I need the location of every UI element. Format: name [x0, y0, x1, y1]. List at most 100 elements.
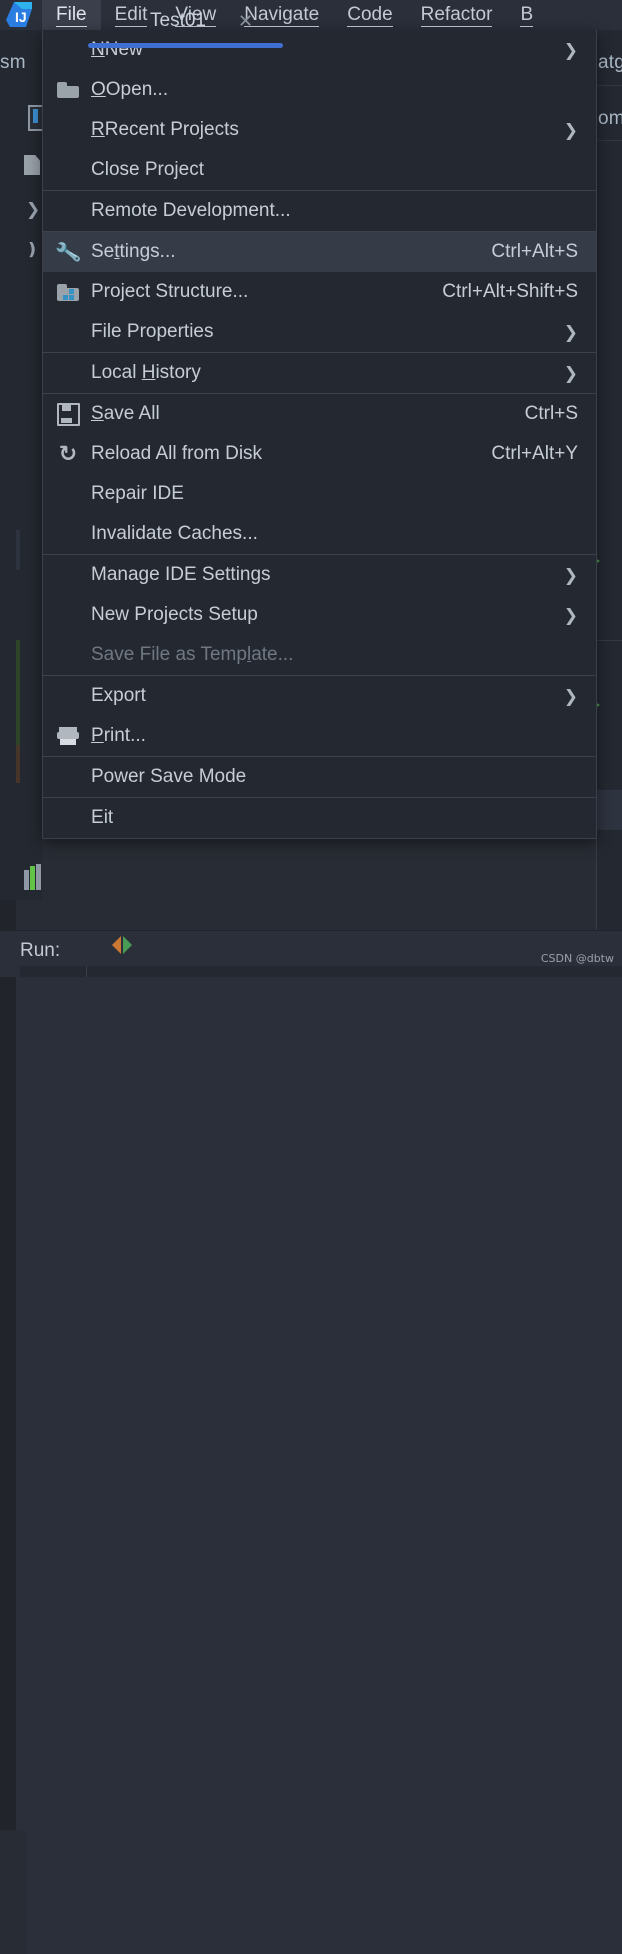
menu-icon-manage-ide-settings [51, 555, 85, 595]
run-tab-label[interactable]: Test01 [150, 10, 206, 32]
menu-item-save-all[interactable]: Save All Ctrl+S [43, 394, 596, 434]
menu-item-settings-mnemonic: t [114, 241, 120, 262]
menu-icon-repair-ide [51, 474, 85, 514]
main-menu-bar: IJ File Edit View Navigate Code Refactor… [0, 0, 622, 30]
menubar-label-file: File [56, 3, 87, 27]
menu-item-open-mnemonic: O [91, 79, 106, 100]
menu-item-power-save-mode[interactable]: Power Save Mode [43, 757, 596, 797]
menu-icon-close-project [51, 150, 85, 190]
intellij-idea-logo-icon: IJ [0, 0, 42, 30]
menu-item-save-all-mnemonic: S [91, 403, 104, 424]
menu-item-manage-ide-settings[interactable]: Manage IDE Settings ❯ [43, 555, 596, 595]
menu-icon-recent-projects [51, 110, 85, 150]
menu-item-project-structure-label: Project Structure... [91, 281, 249, 302]
menu-item-open[interactable]: OOpen... [43, 70, 596, 110]
menu-item-file-properties-label: File Properties [91, 321, 214, 342]
status-bar-strip [0, 966, 622, 977]
project-structure-icon [51, 272, 85, 312]
menu-item-new-projects-setup[interactable]: New Projects Setup ❯ [43, 595, 596, 635]
menu-item-close-project[interactable]: Close Project [43, 150, 596, 190]
menubar-label-navigate: Navigate [244, 3, 320, 27]
menu-item-recent-projects-mnemonic: R [91, 119, 105, 140]
submenu-chevron-icon: ❯ [563, 363, 578, 383]
menu-icon-exit [51, 798, 85, 838]
editor-right-fragment-1: atg [598, 52, 622, 73]
svg-text:IJ: IJ [15, 9, 27, 25]
vcs-modified-marker[interactable] [16, 745, 20, 783]
menubar-label-refactor: Refactor [420, 3, 493, 27]
run-panel-top-border [0, 930, 622, 931]
run-panel-title: Run: [20, 940, 61, 961]
close-icon[interactable]: ✕ [238, 11, 253, 32]
menu-item-save-file-as-template: Save File as Template... [43, 635, 596, 675]
menu-icon-file-properties [51, 312, 85, 352]
menu-item-file-properties[interactable]: File Properties ❯ [43, 312, 596, 352]
wrench-icon: 🔧 [53, 239, 83, 266]
menubar-item-file[interactable]: File [42, 0, 101, 30]
menubar-label-build: B [520, 3, 534, 27]
menu-icon-local-history [51, 353, 85, 393]
menu-icon-save-file-as-template [51, 635, 85, 675]
status-bar-left-cell [0, 966, 20, 977]
menu-icon-new-projects-setup [51, 595, 85, 635]
menu-icon-export [51, 676, 85, 716]
editor-right-fragment-2: om. [598, 108, 622, 129]
menu-item-project-structure[interactable]: Project Structure... Ctrl+Alt+Shift+S [43, 272, 596, 312]
editor-gutter [0, 1830, 26, 1954]
save-icon [51, 394, 85, 434]
menubar-item-refactor[interactable]: Refactor [407, 0, 507, 30]
menu-item-local-history[interactable]: Local History ❯ [43, 353, 596, 393]
menu-item-export-label: Export [91, 685, 146, 706]
menu-item-recent-projects[interactable]: RRecent Projects ❯ [43, 110, 596, 150]
menu-item-open-label: Open... [105, 79, 169, 100]
submenu-chevron-icon: ❯ [563, 322, 578, 342]
watermark-text: CSDN @dbtw [540, 952, 614, 965]
menu-item-remote-development[interactable]: Remote Development... [43, 191, 596, 231]
submenu-chevron-icon: ❯ [563, 120, 578, 140]
menu-item-exit[interactable]: Eit [43, 798, 596, 838]
menubar-item-build[interactable]: B [506, 0, 537, 30]
menu-item-remote-development-label: Remote Development... [91, 200, 291, 221]
menu-item-reload-all-from-disk-label: Reload All from Disk [91, 443, 263, 464]
menu-item-reload-all-from-disk[interactable]: ↻ Reload All from Disk Ctrl+Alt+Y [43, 434, 596, 474]
submenu-chevron-icon: ❯ [563, 565, 578, 585]
menu-item-export[interactable]: Export ❯ [43, 676, 596, 716]
menu-item-local-history-mnemonic: H [141, 362, 156, 383]
printer-icon [51, 716, 85, 756]
document-icon [24, 155, 40, 175]
menu-item-close-project-label: Close Project [91, 159, 204, 180]
menu-icon-invalidate-caches [51, 514, 85, 554]
bar-chart-icon[interactable] [22, 864, 44, 896]
menu-item-settings[interactable]: 🔧 Settings... Ctrl+Alt+S [43, 232, 596, 272]
menu-item-repair-ide-label: Repair IDE [91, 483, 184, 504]
menu-item-save-all-shortcut: Ctrl+S [524, 403, 578, 424]
editor-left-stripe [0, 900, 16, 1830]
menu-item-power-save-mode-label: Power Save Mode [91, 766, 247, 787]
menu-item-invalidate-caches-label: Invalidate Caches... [91, 523, 258, 544]
file-menu-popup: NNew ❯ OOpen... RRecent Projects ❯ Close… [42, 30, 597, 839]
submenu-chevron-icon: ❯ [563, 686, 578, 706]
vcs-added-marker[interactable] [16, 640, 20, 745]
menu-item-recent-projects-label: Recent Projects [104, 119, 239, 140]
menu-item-repair-ide[interactable]: Repair IDE [43, 474, 596, 514]
menu-item-project-structure-shortcut: Ctrl+Alt+Shift+S [442, 281, 578, 302]
run-progress-bar [88, 43, 283, 48]
reload-icon: ↻ [58, 441, 78, 466]
menu-item-settings-shortcut: Ctrl+Alt+S [491, 241, 578, 262]
chevron-right-icon[interactable]: ❯ [26, 200, 40, 220]
menu-icon-new [51, 30, 85, 70]
menu-icon-remote-development [51, 191, 85, 231]
menu-item-print[interactable]: Print... [43, 716, 596, 756]
editor-right-block [596, 790, 622, 830]
menu-item-reload-all-from-disk-shortcut: Ctrl+Alt+Y [491, 443, 578, 464]
menubar-label-code: Code [347, 3, 393, 27]
status-bar-divider [86, 966, 87, 977]
menu-item-new[interactable]: NNew ❯ [43, 30, 596, 70]
menu-item-new-projects-setup-label: New Projects Setup [91, 604, 258, 625]
menubar-item-code[interactable]: Code [333, 0, 406, 30]
menu-item-print-mnemonic: P [91, 725, 104, 746]
run-test-icon [112, 936, 144, 954]
menu-item-invalidate-caches[interactable]: Invalidate Caches... [43, 514, 596, 554]
menubar-label-edit: Edit [114, 3, 148, 27]
chevron-down-icon[interactable]: ❫ [25, 240, 39, 260]
